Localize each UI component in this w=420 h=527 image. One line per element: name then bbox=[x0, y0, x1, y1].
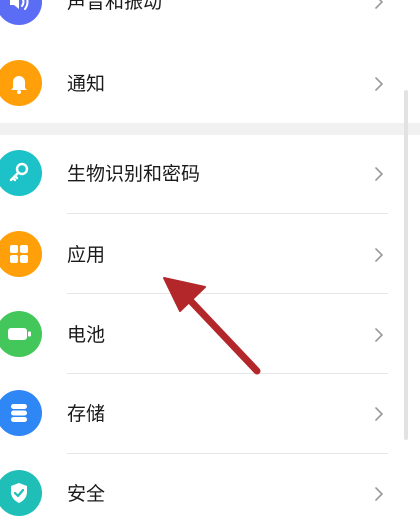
settings-item-security[interactable]: 安全 bbox=[0, 454, 420, 527]
settings-item-label: 电池 bbox=[67, 324, 106, 346]
shield-check-icon bbox=[0, 470, 42, 516]
key-icon bbox=[0, 150, 42, 196]
chevron-right-icon bbox=[375, 248, 383, 262]
chevron-right-icon bbox=[375, 167, 383, 181]
scrollbar[interactable] bbox=[404, 90, 408, 440]
settings-item-biometrics[interactable]: 生物识别和密码 bbox=[0, 135, 420, 215]
chevron-right-icon bbox=[375, 0, 383, 9]
settings-item-apps[interactable]: 应用 bbox=[0, 214, 420, 294]
settings-item-label: 存储 bbox=[67, 403, 106, 425]
speaker-icon bbox=[0, 0, 42, 25]
settings-item-label: 应用 bbox=[67, 244, 106, 266]
settings-item-label: 声音和振动 bbox=[67, 0, 163, 13]
chevron-right-icon bbox=[375, 77, 383, 91]
chevron-right-icon bbox=[375, 407, 383, 421]
battery-icon bbox=[0, 311, 42, 357]
chevron-right-icon bbox=[375, 487, 383, 501]
settings-item-label: 生物识别和密码 bbox=[67, 163, 201, 185]
settings-item-storage[interactable]: 存储 bbox=[0, 374, 420, 454]
group-separator bbox=[0, 123, 420, 135]
storage-icon bbox=[0, 390, 42, 436]
bell-icon bbox=[0, 60, 42, 106]
settings-item-notifications[interactable]: 通知 bbox=[0, 43, 420, 123]
settings-item-label: 安全 bbox=[67, 483, 106, 505]
settings-item-battery[interactable]: 电池 bbox=[0, 294, 420, 374]
settings-screen: 声音和振动 通知 生物识别和密码 应用 电池 存储 安全 bbox=[0, 0, 420, 527]
settings-item-label: 通知 bbox=[67, 73, 106, 95]
chevron-right-icon bbox=[375, 328, 383, 342]
apps-grid-icon bbox=[0, 231, 42, 277]
settings-item-sound[interactable]: 声音和振动 bbox=[0, 0, 420, 42]
